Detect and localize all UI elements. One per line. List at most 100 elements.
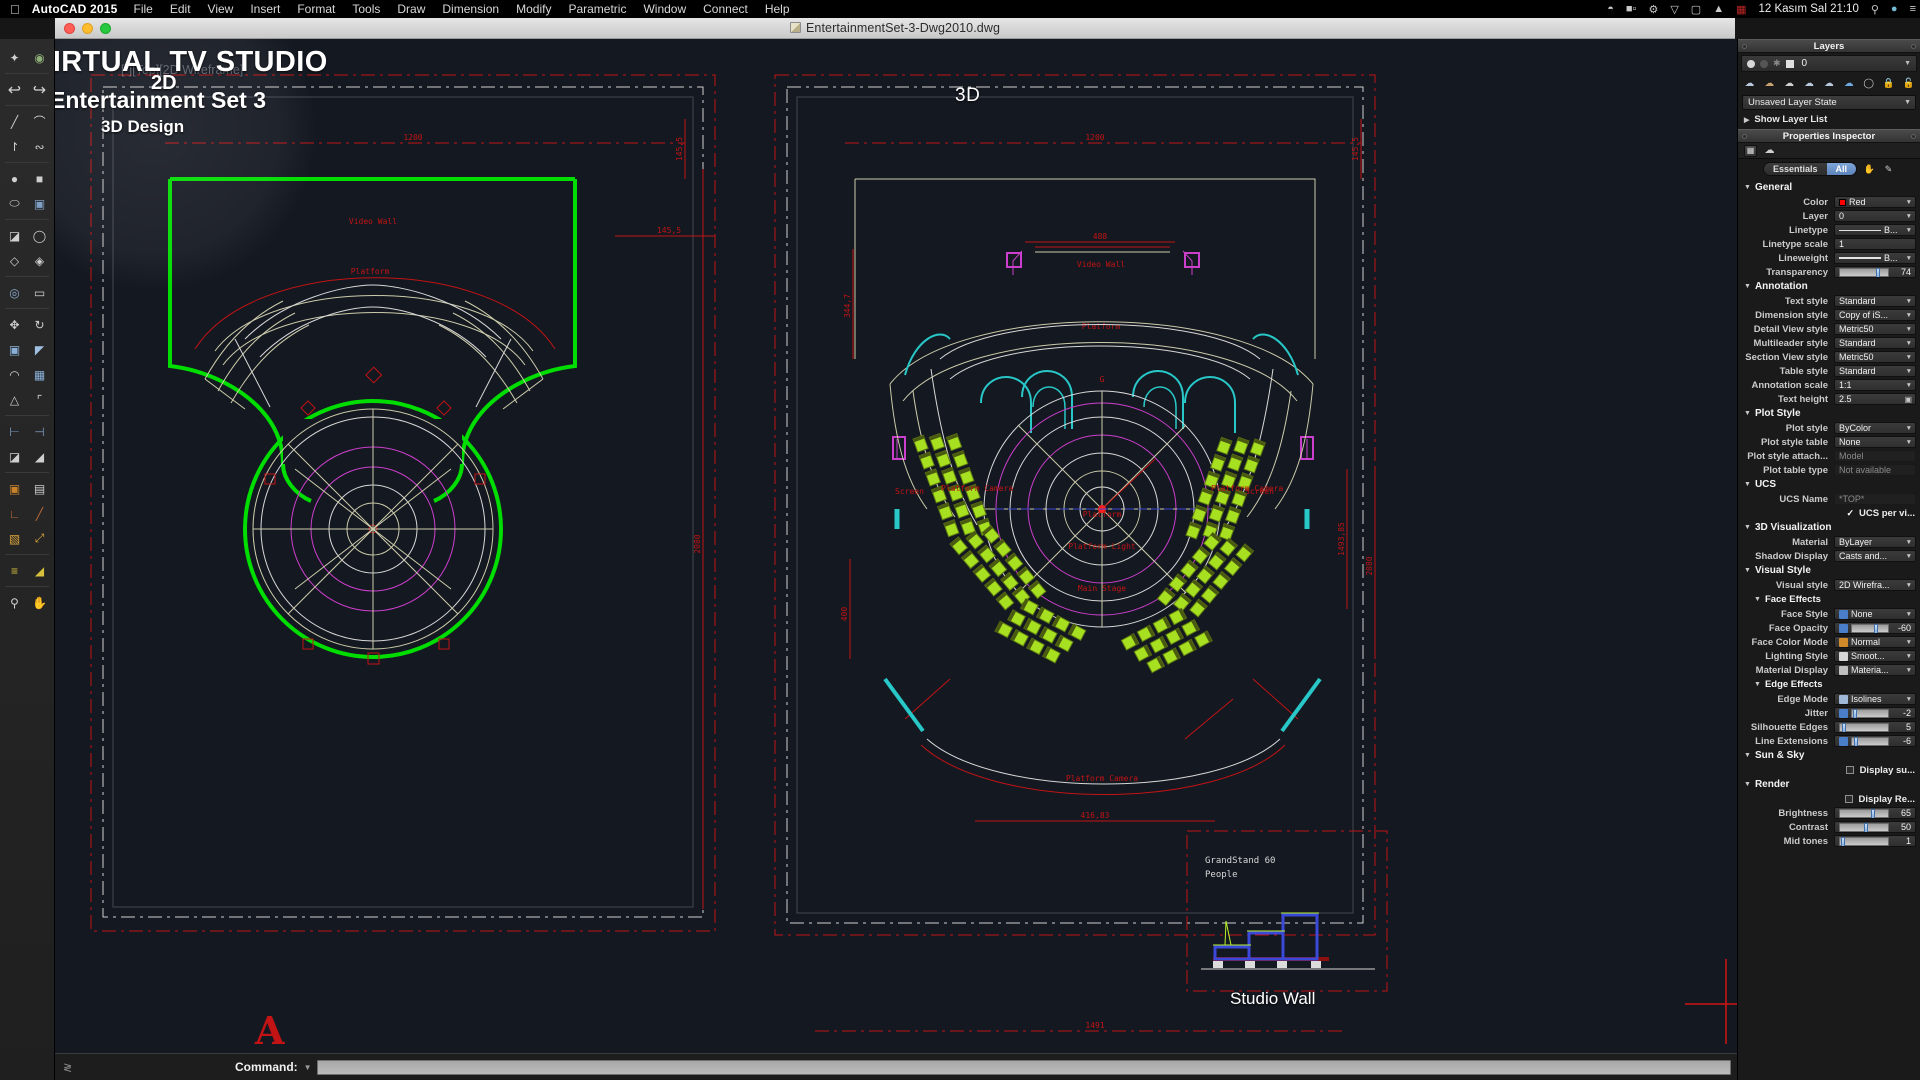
slider-handle[interactable] [1842,723,1846,734]
ellipse-icon[interactable]: ⬭ [4,194,25,213]
arc-icon[interactable]: ⌒ [29,112,50,131]
property-value-field[interactable]: B...▼ [1834,252,1916,264]
chevron-down-icon[interactable]: ▼ [1906,382,1912,389]
property-value-field[interactable]: 1 [1834,835,1916,847]
line-icon[interactable]: ╱ [4,112,25,131]
property-value-field[interactable]: 1:1▼ [1834,379,1916,391]
property-value-field[interactable]: Standard▼ [1834,295,1916,307]
checkbox-icon[interactable] [1846,766,1854,774]
section-header-visual-style[interactable]: ▼Visual Style [1738,563,1920,578]
section-plane-icon[interactable]: ▤ [29,479,50,498]
chevron-down-icon[interactable]: ▼ [1754,596,1761,603]
revolve-icon[interactable]: ◯ [29,226,50,245]
property-slider[interactable] [1839,837,1889,846]
property-slider[interactable] [1839,268,1889,277]
array-icon[interactable]: ▦ [29,365,50,384]
menu-item-edit[interactable]: Edit [170,2,191,16]
chevron-down-icon[interactable]: ▼ [1904,99,1911,106]
list-icon[interactable]: ≡ [1910,3,1916,15]
quick-select-icon[interactable]: ☁ [1763,145,1776,157]
offset-icon[interactable]: ⌜ [29,390,50,409]
property-value-field[interactable]: -2 [1834,707,1916,719]
chevron-down-icon[interactable]: ▼ [1906,667,1912,674]
check-icon[interactable]: ✓ [1846,508,1854,519]
chevron-down-icon[interactable]: ▼ [1906,653,1912,660]
chevron-down-icon[interactable]: ▼ [1906,199,1912,206]
chevron-down-icon[interactable]: ▼ [1906,227,1912,234]
siri-icon[interactable]: ● [1891,3,1898,15]
property-value-field[interactable]: ByColor▼ [1834,422,1916,434]
section-header-plot-style[interactable]: ▼Plot Style [1738,406,1920,421]
property-value-field[interactable]: 0▼ [1834,210,1916,222]
chevron-down-icon[interactable]: ▼ [1906,368,1912,375]
tab-all[interactable]: All [1827,163,1857,175]
ucs-icon[interactable]: ∟ [4,504,25,523]
section-header-face-effects[interactable]: ▼Face Effects [1738,592,1920,607]
property-value-field[interactable]: 1 [1834,238,1916,250]
mirror-icon[interactable]: △ [4,390,25,409]
redo-arrow-icon[interactable]: ↪ [29,80,50,99]
section-header-ucs[interactable]: ▼UCS [1738,477,1920,492]
slider-handle[interactable] [1871,809,1875,820]
chevron-down-icon[interactable]: ▼ [1744,524,1751,531]
property-value-field[interactable]: B...▼ [1834,224,1916,236]
layer-unisolate-icon[interactable]: ☁ [1822,76,1837,91]
layer-off-icon[interactable]: ◯ [1861,76,1876,91]
fillet-edge-icon[interactable]: ⊢ [4,422,25,441]
chevron-down-icon[interactable]: ▼ [1744,283,1751,290]
menu-item-help[interactable]: Help [765,2,790,16]
property-value-field[interactable]: Standard▼ [1834,337,1916,349]
pan-icon[interactable]: ✋ [29,593,50,612]
drawing-canvas[interactable]: .r{stroke:#c21414;fill:none;stroke-width… [55,39,1737,1053]
chamfer-edge-icon[interactable]: ⊣ [29,422,50,441]
solid-face-icon[interactable]: ◪ [4,447,25,466]
property-value-field[interactable]: None▼ [1834,608,1916,620]
property-value-field[interactable]: 74 [1834,266,1916,278]
bluetooth-icon[interactable]: ⚙ [1648,3,1658,16]
property-value-field[interactable]: 50 [1834,821,1916,833]
checkbox-icon[interactable] [1845,795,1853,803]
spline-icon[interactable]: ∾ [29,137,50,156]
layer-new-icon[interactable]: ☁ [1782,76,1797,91]
property-value-field[interactable]: Materia...▼ [1834,664,1916,676]
polyline-icon[interactable]: ↾ [4,137,25,156]
box-icon[interactable]: ■ [29,169,50,188]
property-value-field[interactable]: None▼ [1834,436,1916,448]
flag-icon[interactable]: ▦ [1736,3,1746,16]
chevron-down-icon[interactable]: ▼ [1744,781,1751,788]
property-value-field[interactable]: Isolines▼ [1834,693,1916,705]
chevron-right-icon[interactable]: ▶ [1744,116,1749,124]
sweep-icon[interactable]: ◈ [29,251,50,270]
pick-point-icon[interactable]: ✋ [1863,163,1876,176]
property-value-field[interactable]: Metric50▼ [1834,323,1916,335]
property-value-field[interactable]: -6 [1834,735,1916,747]
layer-on-icon[interactable]: ☁ [1841,76,1856,91]
wedge-icon[interactable]: ◢ [29,447,50,466]
layer-state-combo[interactable]: Unsaved Layer State ▼ [1742,95,1916,110]
property-value-field[interactable]: Red▼ [1834,196,1916,208]
menu-item-tools[interactable]: Tools [352,2,380,16]
sphere-icon[interactable]: ● [4,169,25,188]
slider-handle[interactable] [1864,823,1868,834]
property-slider[interactable] [1851,709,1889,718]
menu-item-insert[interactable]: Insert [250,2,280,16]
zoom-window-icon[interactable]: ⚲ [4,593,25,612]
menu-item-connect[interactable]: Connect [703,2,748,16]
globe-icon[interactable]: ◉ [29,48,50,67]
taper-icon[interactable]: ◤ [29,340,50,359]
chevron-down-icon[interactable]: ▼ [1906,340,1912,347]
property-value-field[interactable]: 65 [1834,807,1916,819]
rotate-icon[interactable]: ↻ [29,315,50,334]
chevron-down-icon[interactable]: ▼ [1744,410,1751,417]
current-layer-row[interactable]: ✱ 0 ▼ [1741,55,1917,72]
match-properties-icon[interactable]: ✎ [1882,163,1895,176]
chevron-down-icon[interactable]: ▼ [1906,439,1912,446]
chevron-down-icon[interactable]: ▼ [1906,539,1912,546]
chevron-down-icon[interactable]: ▼ [1744,567,1751,574]
chevron-down-icon[interactable]: ▼ [1904,60,1911,67]
property-value-field[interactable]: -60 [1834,622,1916,634]
property-slider[interactable] [1851,624,1889,633]
slider-handle[interactable] [1853,709,1857,720]
object-select-icon[interactable]: ▦ [1744,145,1757,157]
layer-lock-icon[interactable] [1786,60,1794,68]
